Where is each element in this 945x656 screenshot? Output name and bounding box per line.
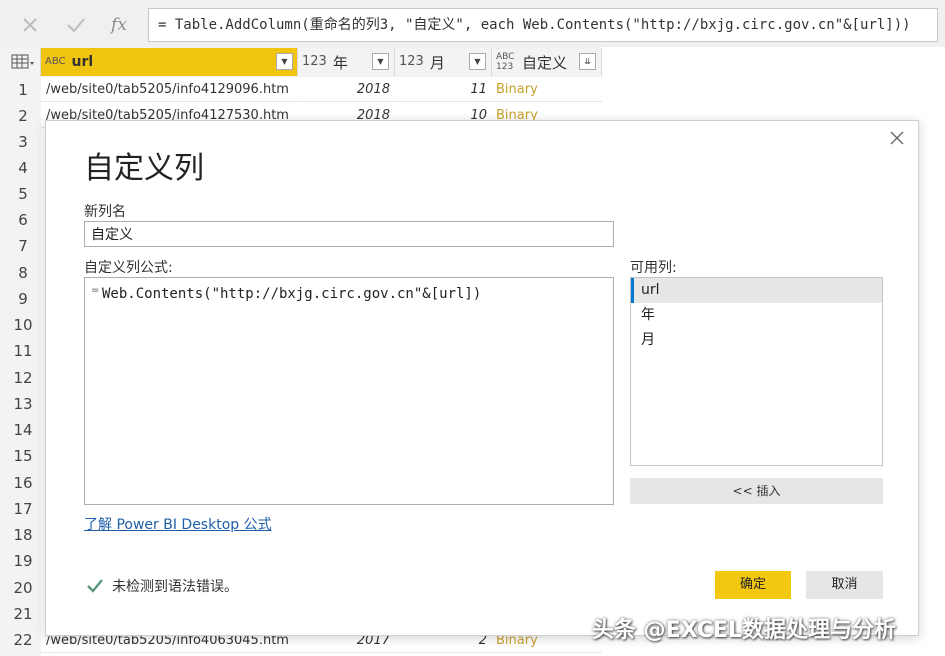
row-number: 1 — [6, 77, 40, 103]
available-column-url[interactable]: url — [631, 278, 882, 303]
chevron-down-icon[interactable]: ▼ — [372, 53, 389, 70]
new-column-name-input[interactable] — [84, 221, 614, 247]
row-number: 3 — [6, 129, 40, 155]
custom-formula-editor[interactable]: = Web.Contents("http://bxjg.circ.gov.cn"… — [84, 277, 614, 505]
column-name-year: 年 — [332, 53, 348, 72]
chevron-down-icon[interactable]: ▼ — [276, 53, 293, 70]
row-number: 18 — [6, 522, 40, 548]
table-icon — [11, 54, 34, 69]
column-header-month[interactable]: 123 月 ▼ — [395, 48, 492, 76]
row-number: 14 — [6, 417, 40, 443]
number-type-icon: 123 — [399, 54, 424, 69]
close-icon[interactable] — [886, 127, 908, 149]
column-name-url: url — [71, 54, 94, 70]
new-column-name-label: 新列名 — [84, 204, 126, 220]
column-name-custom: 自定义 — [522, 53, 568, 72]
row-number: 8 — [6, 260, 40, 286]
column-name-month: 月 — [429, 53, 445, 72]
row-number: 6 — [6, 207, 40, 233]
row-number: 15 — [6, 443, 40, 469]
table-cell-year[interactable]: 2018 — [298, 77, 394, 102]
commit-formula-icon[interactable] — [58, 8, 94, 42]
available-columns-list[interactable]: url 年 月 — [630, 277, 883, 466]
cancel-formula-icon[interactable] — [12, 8, 48, 42]
check-icon — [86, 578, 104, 594]
row-number: 21 — [6, 601, 40, 627]
expand-column-icon[interactable]: ⇊ — [579, 53, 596, 70]
formula-bar: fx = Table.AddColumn(重命名的列3, "自定义", each… — [0, 0, 945, 47]
syntax-status: 未检测到语法错误。 — [86, 576, 238, 596]
row-number: 10 — [6, 312, 40, 338]
ok-button[interactable]: 确定 — [715, 571, 791, 599]
cancel-button[interactable]: 取消 — [806, 571, 883, 599]
dialog-title: 自定义列 — [84, 151, 204, 186]
row-number: 13 — [6, 391, 40, 417]
row-number: 9 — [6, 286, 40, 312]
available-columns-label: 可用列: — [630, 260, 677, 276]
row-number: 11 — [6, 338, 40, 364]
row-number: 20 — [6, 575, 40, 601]
column-header-custom[interactable]: ABC 123 自定义 ⇊ — [492, 48, 602, 76]
table-cell-url[interactable]: /web/site0/tab5205/info4129096.htm — [41, 77, 297, 102]
fx-icon[interactable]: fx — [101, 8, 137, 42]
custom-column-dialog: 自定义列 新列名 自定义列公式: = Web.Contents("http://… — [45, 120, 919, 636]
any-type-icon: ABC 123 — [496, 52, 515, 72]
row-number: 22 — [6, 627, 40, 653]
row-number: 2 — [6, 103, 40, 129]
watermark: 头条 @EXCEL数据处理与分析 — [592, 618, 897, 643]
status-text: 未检测到语法错误。 — [112, 579, 238, 595]
row-number: 12 — [6, 365, 40, 391]
available-column-year[interactable]: 年 — [631, 303, 882, 328]
text-type-icon: ABC — [45, 56, 66, 67]
row-number: 5 — [6, 181, 40, 207]
learn-formulas-link[interactable]: 了解 Power BI Desktop 公式 — [84, 514, 272, 534]
available-column-month[interactable]: 月 — [631, 328, 882, 353]
number-type-icon: 123 — [302, 54, 327, 69]
table-cell-binary[interactable]: Binary — [492, 77, 602, 102]
insert-button[interactable]: << 插入 — [630, 478, 883, 504]
formula-text: Web.Contents("http://bxjg.circ.gov.cn"&[… — [102, 286, 482, 302]
column-header-year[interactable]: 123 年 ▼ — [298, 48, 395, 76]
row-number: 7 — [6, 233, 40, 259]
chevron-down-icon[interactable]: ▼ — [469, 53, 486, 70]
formula-input[interactable]: = Table.AddColumn(重命名的列3, "自定义", each We… — [148, 8, 938, 42]
table-menu-button[interactable] — [6, 48, 41, 76]
row-number: 4 — [6, 155, 40, 181]
column-header-url[interactable]: ABC url ▼ — [41, 48, 298, 76]
row-number: 16 — [6, 470, 40, 496]
equals-sign: = — [91, 285, 100, 296]
row-number: 19 — [6, 548, 40, 574]
table-cell-month[interactable]: 11 — [395, 77, 491, 102]
row-number: 17 — [6, 496, 40, 522]
formula-label: 自定义列公式: — [84, 260, 173, 276]
